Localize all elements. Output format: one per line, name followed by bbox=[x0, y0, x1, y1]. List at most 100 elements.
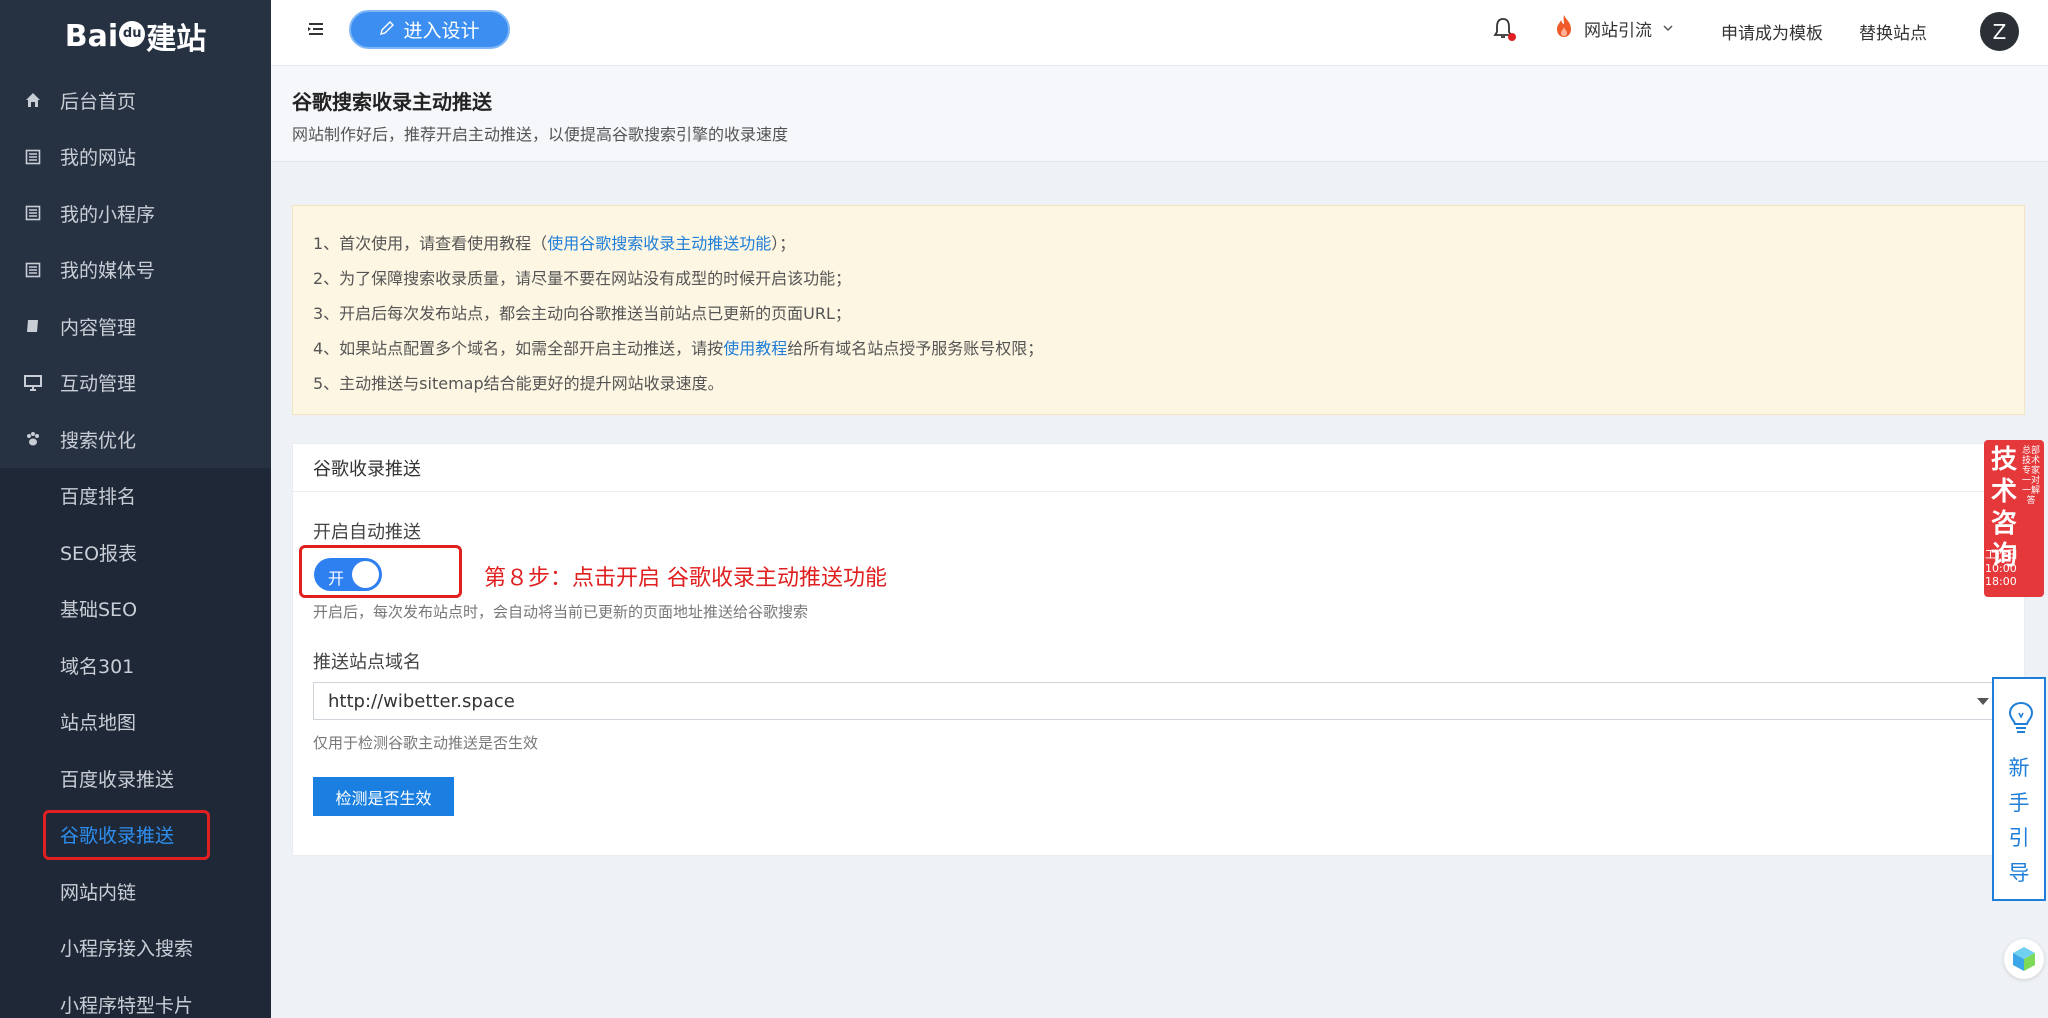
pencil-icon bbox=[379, 19, 395, 41]
toggle-knob bbox=[352, 561, 379, 588]
logo-text-before: Bai bbox=[64, 18, 119, 54]
document-icon bbox=[24, 204, 42, 222]
consult-char: 术 bbox=[1990, 477, 2017, 507]
hours-value: 10:00 18:00 bbox=[1985, 562, 2017, 588]
usage-tutorial-link[interactable]: 使用教程 bbox=[723, 339, 787, 358]
guide-char: 导 bbox=[2008, 861, 2030, 885]
top-bar: 进入设计 网站引流 申请成为模板 替换站点 Z bbox=[271, 0, 2048, 66]
guide-char: 手 bbox=[2008, 791, 2030, 815]
sidebar-subitem-basic-seo[interactable]: 基础SEO bbox=[0, 581, 271, 638]
step-annotation: 第８步：点击开启 谷歌收录主动推送功能 bbox=[484, 566, 887, 591]
fire-icon bbox=[1554, 14, 1574, 43]
lightbulb-icon bbox=[2008, 701, 2034, 735]
hours-label: 工作日 bbox=[1985, 548, 2018, 561]
toggle-text: 开 bbox=[328, 569, 345, 588]
notice-text: 1、首次使用，请查看使用教程（ bbox=[313, 234, 548, 253]
notice-line-5: 5、主动推送与sitemap结合能更好的提升网站收录速度。 bbox=[313, 374, 724, 393]
google-push-card: 谷歌收录推送 开启自动推送 开 第８步：点击开启 谷歌收录主动推送功能 开启后，… bbox=[292, 443, 2025, 856]
sidebar-item-label: 内容管理 bbox=[60, 316, 137, 339]
logo-text-after: 建站 bbox=[146, 22, 207, 57]
sidebar-subitem-seo-report[interactable]: SEO报表 bbox=[0, 524, 271, 581]
sidebar-item-content[interactable]: 内容管理 bbox=[0, 298, 271, 355]
seo-submenu: 百度排名 SEO报表 基础SEO 域名301 站点地图 百度收录推送 谷歌收录推… bbox=[0, 467, 271, 1018]
switch-site-link[interactable]: 替换站点 bbox=[1859, 19, 1927, 44]
enter-design-label: 进入设计 bbox=[403, 20, 480, 42]
avatar[interactable]: Z bbox=[1980, 12, 2019, 51]
auto-push-toggle[interactable]: 开 bbox=[314, 558, 382, 591]
notice-line-2: 2、为了保障搜索收录质量，请尽量不要在网站没有成型的时候开启该功能； bbox=[313, 269, 852, 288]
notice-text: ）； bbox=[771, 234, 796, 253]
document-icon bbox=[24, 148, 42, 166]
page-title: 谷歌搜索收录主动推送 bbox=[292, 90, 492, 114]
bell-icon[interactable] bbox=[1492, 17, 1516, 43]
sidebar-item-my-media[interactable]: 我的媒体号 bbox=[0, 242, 271, 299]
sidebar-subitem-sitemap[interactable]: 站点地图 bbox=[0, 694, 271, 751]
sidebar-subitem-google-push[interactable]: 谷歌收录推送 bbox=[0, 807, 271, 864]
baidu-logo[interactable]: Bai du 建站 bbox=[0, 0, 271, 72]
sidebar-subitem-miniprogram-search[interactable]: 小程序接入搜索 bbox=[0, 920, 271, 977]
consult-char: 咨 bbox=[1990, 509, 2017, 539]
subitem-label: 小程序特型卡片 bbox=[60, 994, 194, 1017]
notice-text: 4、如果站点配置多个域名，如需全部开启主动推送，请按 bbox=[313, 339, 724, 358]
guide-label: 新手引导 bbox=[1994, 751, 2044, 891]
sidebar: Bai du 建站 后台首页 我的网站 我的小程序 我的媒体号 内容管理 互动管理 … bbox=[0, 0, 271, 1018]
sidebar-item-label: 我的网站 bbox=[60, 147, 137, 170]
subitem-label: 基础SEO bbox=[60, 599, 138, 622]
consult-char: 技 bbox=[1990, 445, 2017, 475]
notice-line-4: 4、如果站点配置多个域名，如需全部开启主动推送，请按使用教程给所有域名站点授予服… bbox=[313, 331, 2004, 366]
cube-app-icon[interactable] bbox=[2004, 939, 2044, 979]
sidebar-item-label: 互动管理 bbox=[60, 373, 137, 396]
subitem-label: 小程序接入搜索 bbox=[60, 938, 194, 961]
subitem-label: 百度收录推送 bbox=[60, 768, 175, 791]
auto-push-hint: 开启后，每次发布站点时，会自动将当前已更新的页面地址推送给谷歌搜索 bbox=[313, 603, 809, 621]
sidebar-item-label: 我的媒体号 bbox=[60, 260, 156, 283]
sidebar-subitem-miniprogram-card[interactable]: 小程序特型卡片 bbox=[0, 976, 271, 1018]
guide-char: 新 bbox=[2008, 756, 2030, 780]
sidebar-subitem-domain-301[interactable]: 域名301 bbox=[0, 637, 271, 694]
home-icon bbox=[24, 91, 42, 109]
chevron-down-icon bbox=[1662, 19, 1674, 39]
book-icon bbox=[24, 317, 42, 335]
enter-design-button[interactable]: 进入设计 bbox=[349, 10, 510, 49]
apply-template-link[interactable]: 申请成为模板 bbox=[1721, 19, 1823, 44]
notice-line-1: 1、首次使用，请查看使用教程（使用谷歌搜索收录主动推送功能）； bbox=[313, 226, 2004, 261]
auto-push-label: 开启自动推送 bbox=[313, 522, 421, 543]
monitor-icon bbox=[24, 374, 42, 392]
card-header: 谷歌收录推送 bbox=[293, 444, 2024, 492]
domain-select[interactable]: http://wibetter.space bbox=[313, 682, 2006, 720]
caret-down-icon bbox=[1977, 698, 1989, 705]
notice-line-3: 3、开启后每次发布站点，都会主动向谷歌推送当前站点已更新的页面URL； bbox=[313, 304, 851, 323]
sidebar-item-label: 我的小程序 bbox=[60, 203, 156, 226]
domain-select-value: http://wibetter.space bbox=[328, 690, 515, 712]
sidebar-item-my-website[interactable]: 我的网站 bbox=[0, 129, 271, 186]
sidebar-item-seo[interactable]: 搜索优化 bbox=[0, 411, 271, 468]
subitem-label: 网站内链 bbox=[60, 881, 137, 904]
traffic-label: 网站引流 bbox=[1584, 21, 1652, 41]
sidebar-subitem-baidu-rank[interactable]: 百度排名 bbox=[0, 468, 271, 525]
sidebar-item-home[interactable]: 后台首页 bbox=[0, 72, 271, 129]
subitem-label: 域名301 bbox=[60, 655, 135, 678]
logo-paw: du bbox=[119, 21, 146, 47]
beginner-guide-widget[interactable]: 新手引导 bbox=[1992, 677, 2046, 901]
consult-subtitle: 总部技术专家一对一解答 bbox=[2022, 446, 2041, 506]
sidebar-subitem-baidu-push[interactable]: 百度收录推送 bbox=[0, 750, 271, 807]
consult-hours: 工作日 10:00 18:00 bbox=[1985, 546, 2044, 588]
sidebar-item-my-miniprogram[interactable]: 我的小程序 bbox=[0, 185, 271, 242]
notice-text: 给所有域名站点授予服务账号权限； bbox=[787, 339, 1044, 358]
tutorial-link[interactable]: 使用谷歌搜索收录主动推送功能 bbox=[547, 234, 771, 253]
sidebar-item-interaction[interactable]: 互动管理 bbox=[0, 355, 271, 412]
subitem-label: SEO报表 bbox=[60, 542, 138, 565]
sidebar-subitem-internal-links[interactable]: 网站内链 bbox=[0, 863, 271, 920]
page-header: 谷歌搜索收录主动推送 网站制作好后，推荐开启主动推送，以便提高谷歌搜索引擎的收录… bbox=[271, 66, 2048, 162]
check-effective-button[interactable]: 检测是否生效 bbox=[313, 777, 454, 816]
menu-toggle-icon[interactable] bbox=[307, 20, 325, 38]
traffic-dropdown[interactable]: 网站引流 bbox=[1554, 14, 1674, 43]
sidebar-item-label: 搜索优化 bbox=[60, 429, 137, 452]
subitem-label: 百度排名 bbox=[60, 486, 137, 509]
domain-hint: 仅用于检测谷歌主动推送是否生效 bbox=[313, 734, 539, 752]
tech-consult-widget[interactable]: 技术咨询 总部技术专家一对一解答 工作日 10:00 18:00 bbox=[1984, 440, 2044, 597]
guide-char: 引 bbox=[2008, 826, 2030, 850]
domain-label: 推送站点域名 bbox=[313, 652, 421, 673]
instructions-notice: 1、首次使用，请查看使用教程（使用谷歌搜索收录主动推送功能）； 2、为了保障搜索… bbox=[292, 205, 2025, 415]
sidebar-item-label: 后台首页 bbox=[60, 90, 137, 113]
